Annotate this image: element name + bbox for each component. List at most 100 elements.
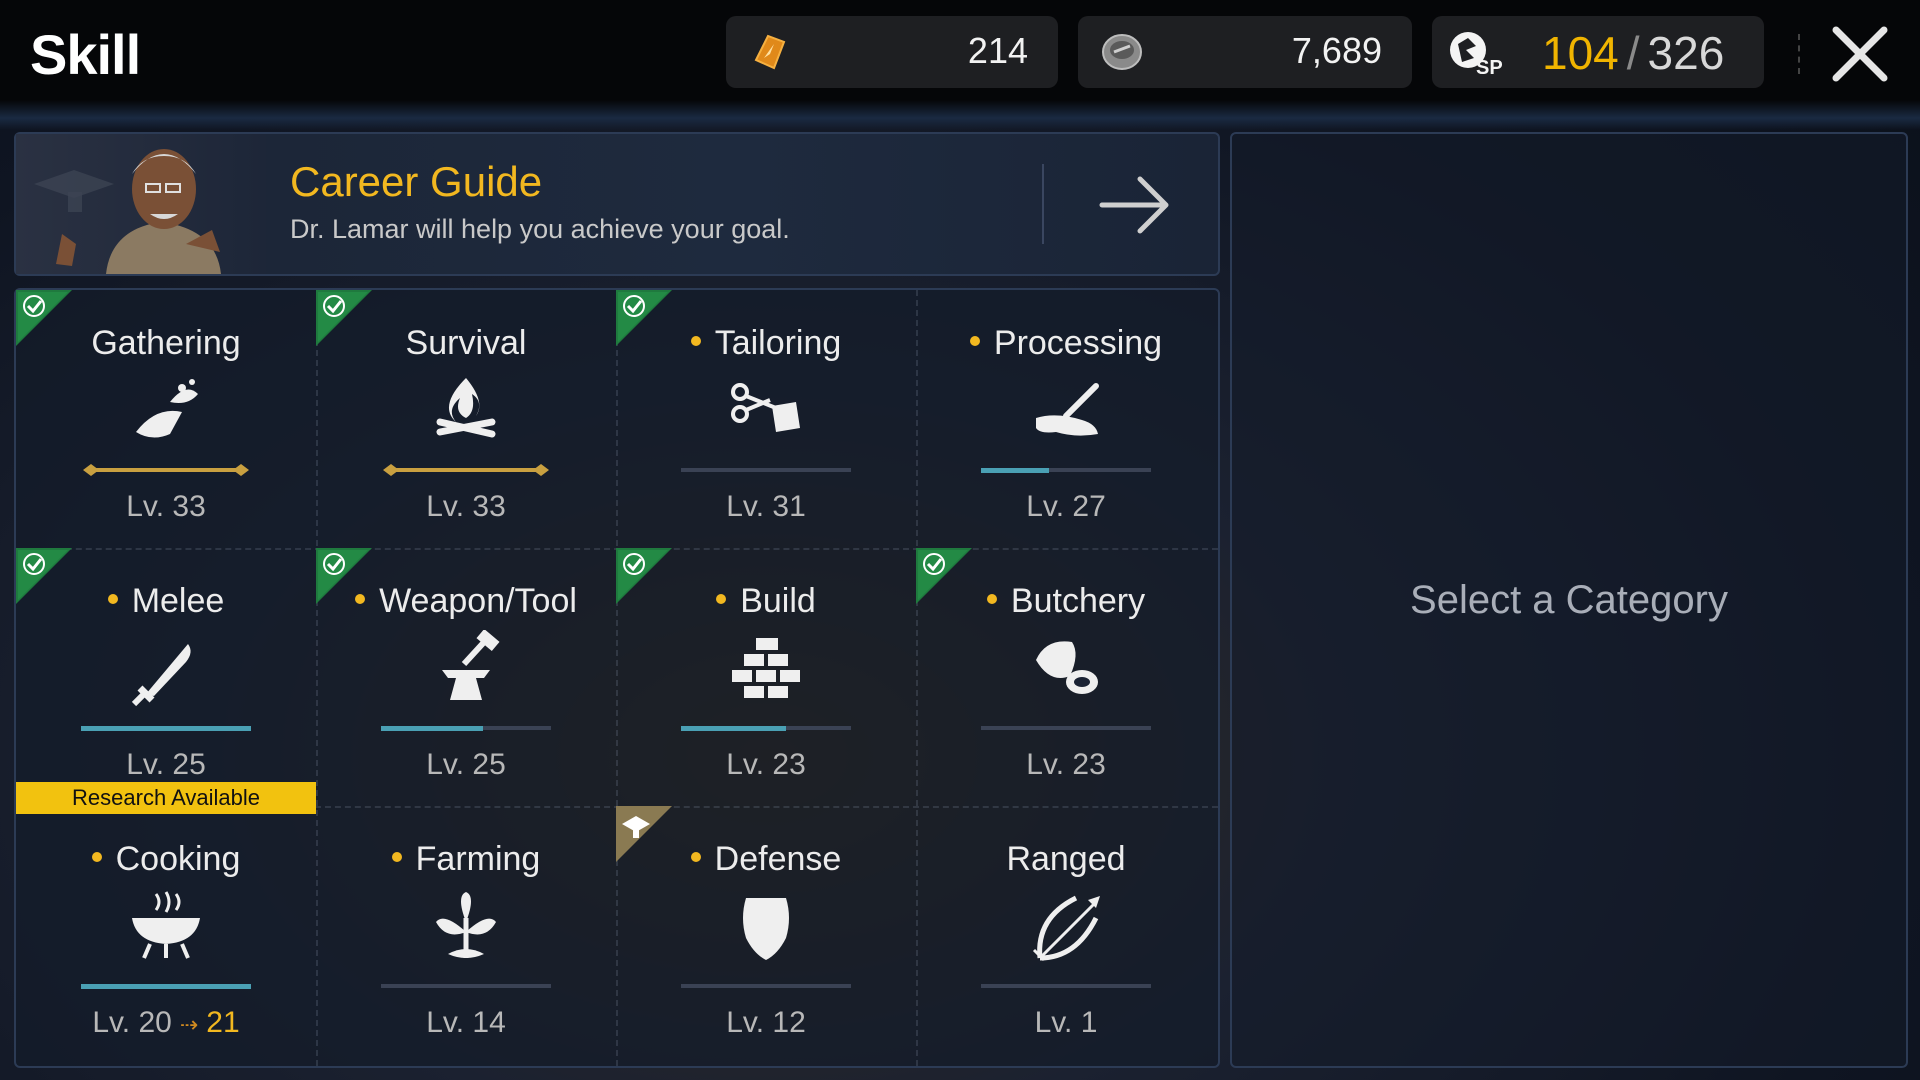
skill-card-melee[interactable]: Melee Lv. 25 Research Available: [16, 548, 316, 814]
skill-level-text: Lv. 31: [726, 490, 806, 523]
skill-points-current: 104: [1542, 27, 1619, 79]
new-indicator-dot: [986, 594, 997, 605]
skill-name: Melee: [16, 582, 316, 621]
skill-level-text: Lv. 27: [1026, 490, 1106, 523]
skill-level: Lv. 31: [616, 490, 916, 524]
skill-card-butchery[interactable]: Butchery Lv. 23: [916, 548, 1216, 806]
skill-progress-bar: [81, 726, 251, 731]
bow-icon: [1032, 895, 1100, 962]
skill-progress-bar: [381, 726, 551, 731]
skill-progress-bar: [981, 984, 1151, 988]
skill-card-tailoring[interactable]: Tailoring Lv. 31: [616, 290, 916, 548]
skill-name-text: Survival: [405, 324, 527, 362]
skill-level-text: Lv. 1: [1034, 1006, 1098, 1039]
skill-level: Lv. 23: [616, 748, 916, 782]
new-indicator-dot: [716, 594, 727, 605]
energy-shard-value: 214: [967, 30, 1028, 71]
skill-level: Lv. 23: [916, 748, 1216, 782]
plant-icon: [436, 892, 496, 958]
skill-progress-bar: [681, 984, 851, 988]
skill-name-text: Weapon/Tool: [379, 582, 577, 620]
skill-level: Lv. 20 ⇢ 21: [16, 1006, 316, 1040]
skill-points-max: 326: [1647, 27, 1725, 79]
skill-card-ranged[interactable]: Ranged Lv. 1: [916, 806, 1216, 1064]
torn-edge-divider: [0, 100, 1920, 130]
cooking-pot-icon: [132, 891, 200, 959]
new-indicator-dot: [690, 336, 701, 347]
skill-name-text: Defense: [714, 840, 842, 878]
anvil-icon: [442, 630, 500, 700]
skill-level-text: Lv. 33: [126, 490, 206, 523]
career-guide-divider: [1042, 164, 1044, 244]
header-divider: [1798, 34, 1802, 74]
arrow-right-icon[interactable]: [1096, 170, 1176, 240]
skill-level-text: Lv. 14: [426, 1006, 506, 1039]
skill-card-cooking[interactable]: Cooking Lv. 20 ⇢ 21: [16, 806, 316, 1064]
gathering-icon: [136, 379, 198, 438]
skill-progress-fill: [981, 468, 1049, 473]
skill-progress-fill: [81, 726, 251, 731]
skill-name-text: Butchery: [1010, 582, 1146, 620]
blade-icon: [131, 644, 191, 707]
coin-icon: [1102, 34, 1142, 70]
skill-progress-bar: [81, 984, 251, 989]
skill-progress-fill: [81, 984, 251, 989]
skill-level: Lv. 1: [916, 1006, 1216, 1040]
career-guide-banner[interactable]: Career Guide Dr. Lamar will help you ach…: [14, 132, 1220, 276]
coin-counter: 7,689: [1078, 16, 1412, 88]
dr-lamar-portrait: [16, 134, 266, 274]
skill-level-text: Lv. 33: [426, 490, 506, 523]
skill-next-level: 21: [206, 1006, 240, 1039]
skill-card-defense[interactable]: Defense Lv. 12: [616, 806, 916, 1064]
skill-name-text: Tailoring: [714, 324, 842, 362]
skill-card-weapon-tool[interactable]: Weapon/Tool Lv. 25: [316, 548, 616, 806]
skill-name-text: Farming: [415, 840, 541, 878]
coin-value: 7,689: [1291, 30, 1382, 71]
skill-name: Defense: [616, 840, 916, 879]
level-up-arrow-icon: ⇢: [179, 1012, 199, 1037]
skill-progress-bar: [681, 726, 851, 731]
skill-name: Farming: [316, 840, 616, 879]
processing-icon: [1036, 383, 1099, 436]
skill-level: Lv. 12: [616, 1006, 916, 1040]
skill-card-processing[interactable]: Processing Lv. 27: [916, 290, 1216, 548]
campfire-icon: [436, 378, 496, 438]
skill-level: Lv. 33: [316, 490, 616, 524]
skill-progress-fill: [381, 726, 483, 731]
skill-level: Lv. 25: [16, 748, 316, 782]
skill-level: Lv. 33: [16, 490, 316, 524]
skill-points-counter: SP 104/326: [1432, 16, 1764, 88]
skill-card-farming[interactable]: Farming Lv. 14: [316, 806, 616, 1064]
skill-card-survival[interactable]: Survival Lv. 33: [316, 290, 616, 548]
new-indicator-dot: [969, 336, 980, 347]
skill-name-text: Melee: [131, 582, 225, 620]
skill-level-text: Lv. 25: [126, 748, 206, 781]
bricks-icon: [732, 638, 800, 698]
skill-level: Lv. 25: [316, 748, 616, 782]
skill-progress-bar: [681, 468, 851, 472]
skill-progress-bar: [981, 468, 1151, 473]
skill-name-text: Cooking: [115, 840, 241, 878]
new-indicator-dot: [391, 852, 402, 863]
skill-level-text: Lv. 20: [92, 1006, 172, 1039]
skill-level-text: Lv. 12: [726, 1006, 806, 1039]
skill-name-text: Processing: [993, 324, 1163, 362]
skill-name: Gathering: [16, 324, 316, 363]
skill-card-gathering[interactable]: Gathering Lv. 33: [16, 290, 316, 548]
skill-level: Lv. 27: [916, 490, 1216, 524]
close-icon[interactable]: [1828, 24, 1892, 84]
skill-progress-bar: [381, 984, 551, 988]
select-category-hint: Select a Category: [1410, 578, 1728, 622]
new-indicator-dot: [355, 594, 366, 605]
skill-card-build[interactable]: Build Lv. 23: [616, 548, 916, 806]
skill-name-text: Gathering: [91, 324, 241, 362]
skill-level: Lv. 14: [316, 1006, 616, 1040]
skill-name: Weapon/Tool: [316, 582, 616, 621]
category-detail-panel: Select a Category: [1230, 132, 1908, 1068]
skill-name-text: Ranged: [1006, 840, 1126, 878]
skill-name: Ranged: [916, 840, 1216, 879]
shield-icon: [743, 898, 789, 960]
energy-shard-counter: 214: [726, 16, 1058, 88]
skill-name: Butchery: [916, 582, 1216, 621]
meat-icon: [1036, 641, 1098, 694]
